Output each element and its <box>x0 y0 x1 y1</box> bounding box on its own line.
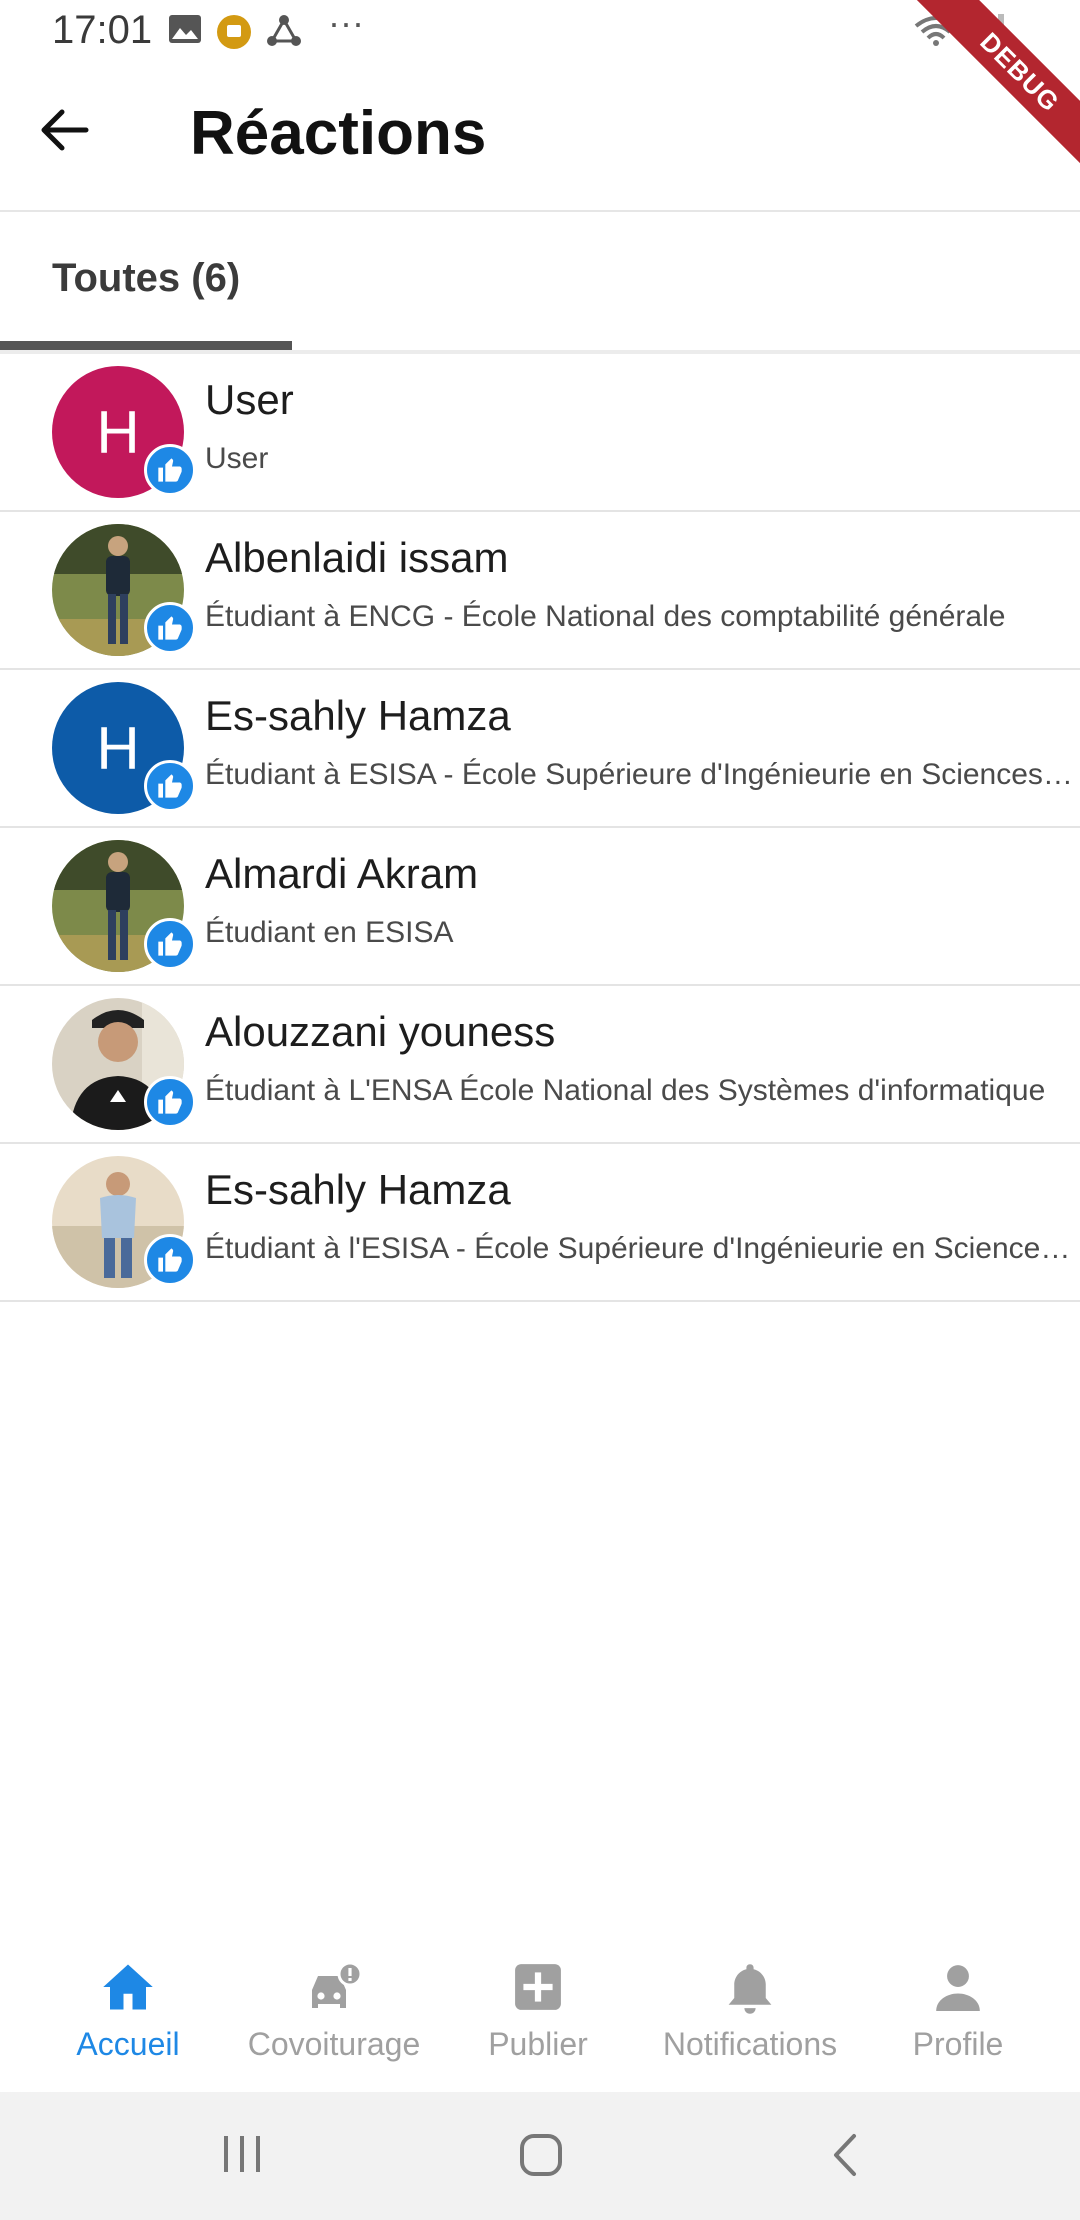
app-bar: Réactions <box>0 62 1080 212</box>
reactor-name: Almardi Akram <box>205 850 479 897</box>
nav-label: Accueil <box>76 2026 180 2062</box>
reactor-name: Es-sahly Hamza <box>205 1166 511 1213</box>
reactor-name: Alouzzani youness <box>205 1008 556 1055</box>
home-circle-icon <box>520 2134 562 2176</box>
like-reaction-icon <box>144 1234 196 1286</box>
recents-icon <box>224 2136 260 2172</box>
reactor-subtitle: Étudiant à L'ENSA École National des Sys… <box>205 1074 1046 1107</box>
status-time: 17:01 <box>52 8 153 52</box>
more-notifications-icon: ··· <box>328 2 364 43</box>
reactor-subtitle: Étudiant en ESISA <box>205 916 454 949</box>
like-reaction-icon <box>144 760 196 812</box>
reactor-name: Albenlaidi issam <box>205 534 509 581</box>
person-icon <box>934 1962 982 2017</box>
tab-all-label: Toutes (6) <box>52 256 241 300</box>
reactor-subtitle: Étudiant à ESISA - École Supérieure d'In… <box>205 758 1075 791</box>
reactor-subtitle: Étudiant à l'ESISA - École Supérieure d'… <box>205 1232 1075 1265</box>
list-item[interactable]: Almardi Akram Étudiant en ESISA <box>0 828 1080 986</box>
nav-label: Profile <box>912 2026 1004 2062</box>
nav-covoiturage[interactable]: Covoiturage <box>234 1942 434 2082</box>
nav-profile[interactable]: Profile <box>858 1942 1058 2082</box>
car-alert-icon <box>306 1961 363 2019</box>
reactions-list: H User User Albenlaidi issam Étudiant à … <box>0 354 1080 1302</box>
tab-bar: Toutes (6) <box>0 212 1080 354</box>
share-app-icon <box>266 14 302 55</box>
bell-icon <box>727 1962 773 2021</box>
gallery-icon <box>168 14 202 49</box>
system-nav-bar <box>0 2092 1080 2220</box>
list-item[interactable]: Es-sahly Hamza Étudiant à l'ESISA - Écol… <box>0 1144 1080 1302</box>
list-item[interactable]: Alouzzani youness Étudiant à L'ENSA Écol… <box>0 986 1080 1144</box>
tab-indicator <box>0 341 292 350</box>
nav-label: Covoiturage <box>247 2026 421 2062</box>
list-item[interactable]: H Es-sahly Hamza Étudiant à ESISA - Écol… <box>0 670 1080 828</box>
list-item[interactable]: H User User <box>0 354 1080 512</box>
like-reaction-icon <box>144 1076 196 1128</box>
home-button[interactable] <box>518 2132 564 2183</box>
reactor-name: User <box>205 376 294 423</box>
nav-notifications[interactable]: Notifications <box>650 1942 850 2082</box>
nav-label: Notifications <box>662 2026 838 2062</box>
status-bar: 17:01 ··· DEBUG <box>0 0 1080 180</box>
list-item[interactable]: Albenlaidi issam Étudiant à ENCG - École… <box>0 512 1080 670</box>
app-notification-icon <box>216 14 252 55</box>
reactor-subtitle: Étudiant à ENCG - École National des com… <box>205 600 1006 633</box>
back-button[interactable] <box>40 108 110 162</box>
chevron-left-icon <box>834 2134 856 2176</box>
recent-apps-button[interactable] <box>220 2132 264 2181</box>
like-reaction-icon <box>144 444 196 496</box>
nav-publier[interactable]: Publier <box>438 1942 638 2082</box>
like-reaction-icon <box>144 602 196 654</box>
back-nav-button[interactable] <box>830 2132 860 2183</box>
bottom-nav: Accueil Covoiturage Publier Notification… <box>0 1922 1080 2092</box>
reactor-subtitle: User <box>205 442 269 475</box>
nav-label: Publier <box>488 2026 588 2062</box>
page-title: Réactions <box>190 99 487 168</box>
like-reaction-icon <box>144 918 196 970</box>
home-icon <box>101 1962 155 2017</box>
tab-all[interactable]: Toutes (6) <box>0 212 292 350</box>
nav-accueil[interactable]: Accueil <box>28 1942 228 2082</box>
reactor-name: Es-sahly Hamza <box>205 692 511 739</box>
arrow-back-icon <box>41 109 89 151</box>
add-box-icon <box>513 1962 563 2017</box>
